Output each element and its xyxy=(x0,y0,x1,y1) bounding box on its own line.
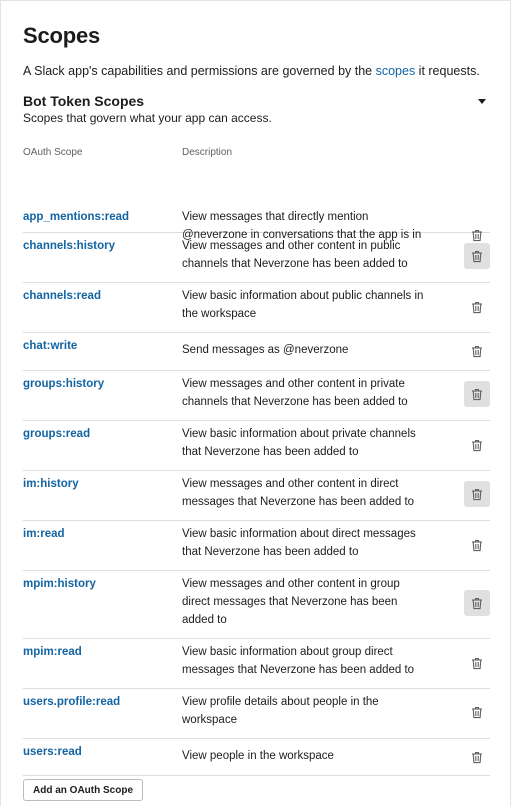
page-title: Scopes xyxy=(23,23,101,48)
scopes-intro: A Slack app's capabilities and permissio… xyxy=(23,63,480,79)
oauth-scope-name[interactable]: channels:history xyxy=(23,240,115,252)
oauth-scope-name[interactable]: groups:history xyxy=(23,378,104,390)
oauth-scope-name[interactable]: mpim:history xyxy=(23,578,96,590)
oauth-scope-name[interactable]: mpim:read xyxy=(23,646,82,658)
oauth-scope-name[interactable]: im:read xyxy=(23,528,65,540)
scopes-link[interactable]: scopes xyxy=(376,64,416,78)
trash-icon[interactable] xyxy=(464,294,490,320)
oauth-scope-name[interactable]: im:history xyxy=(23,478,79,490)
intro-text-after: it requests. xyxy=(415,64,480,78)
section-subtitle: Scopes that govern what your app can acc… xyxy=(23,111,272,125)
scope-description: View basic information about private cha… xyxy=(182,428,416,458)
table-row: mpim:history View messages and other cont… xyxy=(23,571,490,639)
trash-icon[interactable] xyxy=(464,744,490,770)
table-row: chat:write Send messages as @neverzone xyxy=(23,333,490,371)
table-row: users.profile:read View profile details a… xyxy=(23,689,490,739)
scope-description: View profile details about people in the… xyxy=(182,696,379,726)
scope-description: Send messages as @neverzone xyxy=(182,344,349,356)
column-header-description: Description xyxy=(182,147,233,158)
scopes-panel: Scopes A Slack app's capabilities and pe… xyxy=(0,0,511,806)
table-row: groups:read View basic information about … xyxy=(23,421,490,471)
section-title: Bot Token Scopes xyxy=(23,93,145,109)
scope-description: View basic information about group direc… xyxy=(182,646,415,676)
trash-icon[interactable] xyxy=(464,590,490,616)
table-row: channels:read View basic information abou… xyxy=(23,283,490,333)
trash-icon[interactable] xyxy=(464,381,490,407)
table-row: im:history View messages and other conten… xyxy=(23,471,490,521)
scope-description: View basic information about direct mess… xyxy=(182,528,416,558)
trash-icon[interactable] xyxy=(464,650,490,676)
oauth-scope-name[interactable]: chat:write xyxy=(23,340,77,352)
trash-icon[interactable] xyxy=(464,243,490,269)
column-header-oauth-scope: OAuth Scope xyxy=(23,147,83,158)
table-row: app_mentions:read View messages that dire… xyxy=(23,174,490,241)
scope-description: View people in the workspace xyxy=(182,750,334,762)
add-oauth-scope-button[interactable]: Add an OAuth Scope xyxy=(23,779,143,801)
table-row: mpim:read View basic information about gr… xyxy=(23,639,490,689)
oauth-scope-name[interactable]: groups:read xyxy=(23,428,90,440)
table-row: users:read View people in the workspace xyxy=(23,739,490,776)
scope-description: View messages and other content in publi… xyxy=(182,240,408,270)
trash-icon[interactable] xyxy=(464,699,490,725)
scope-description: View messages and other content in priva… xyxy=(182,378,408,408)
caret-down-icon[interactable] xyxy=(474,93,490,109)
table-row: im:read View basic information about dire… xyxy=(23,521,490,571)
scope-description: View messages and other content in direc… xyxy=(182,478,415,508)
scopes-table: OAuth Scope Description app_mentions:rea… xyxy=(23,139,490,776)
trash-icon[interactable] xyxy=(464,532,490,558)
table-row: groups:history View messages and other co… xyxy=(23,371,490,421)
trash-icon[interactable] xyxy=(464,338,490,364)
oauth-scope-name[interactable]: users.profile:read xyxy=(23,696,120,708)
table-row: channels:history View messages and other … xyxy=(23,233,490,283)
trash-icon[interactable] xyxy=(464,432,490,458)
oauth-scope-name[interactable]: channels:read xyxy=(23,290,101,302)
table-body: app_mentions:read View messages that dire… xyxy=(23,174,490,776)
oauth-scope-name[interactable]: users:read xyxy=(23,746,82,758)
intro-text-before: A Slack app's capabilities and permissio… xyxy=(23,64,376,78)
trash-icon[interactable] xyxy=(464,481,490,507)
oauth-scope-name[interactable]: app_mentions:read xyxy=(23,211,129,223)
scope-description: View basic information about public chan… xyxy=(182,290,424,320)
table-header: OAuth Scope Description xyxy=(23,139,490,174)
scope-description: View messages and other content in group… xyxy=(182,578,400,626)
